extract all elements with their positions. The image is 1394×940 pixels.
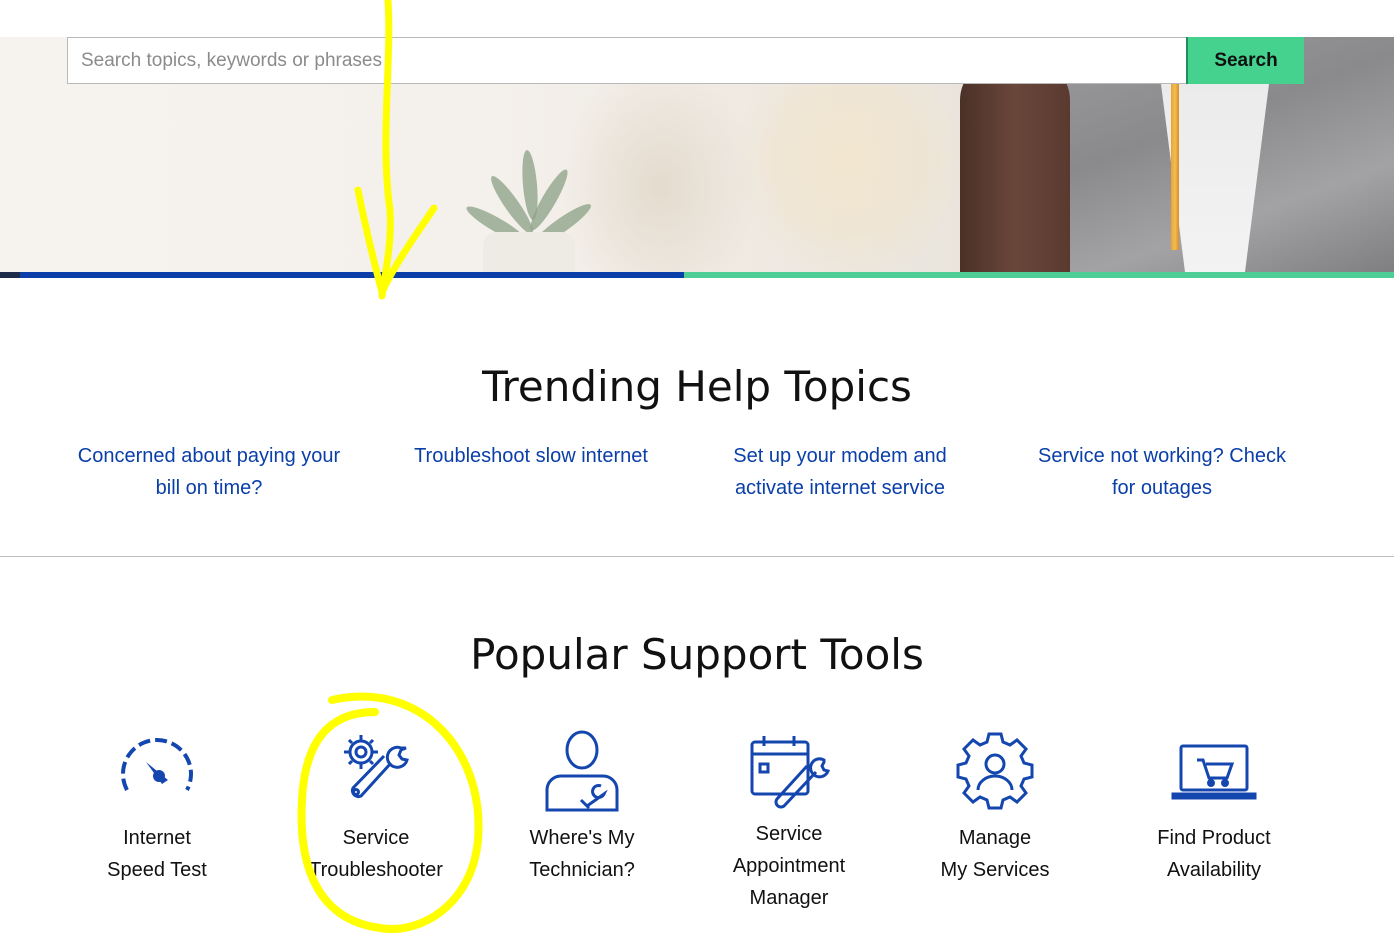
search-button[interactable]: Search: [1186, 37, 1304, 84]
tool-label-line: Service: [342, 827, 410, 849]
topic-link-outages[interactable]: Service not working? Check for outages: [1012, 440, 1312, 504]
topic-link-line: Troubleshoot slow internet: [414, 445, 648, 467]
tool-label-line: Technician?: [529, 859, 635, 881]
topic-link-modem-setup[interactable]: Set up your modem and activate internet …: [700, 440, 980, 504]
topic-link-slow-internet[interactable]: Troubleshoot slow internet: [391, 440, 671, 472]
pencil: [1171, 80, 1179, 250]
topic-link-line: Service not working? Check: [1038, 445, 1286, 467]
plant-pot: [483, 232, 575, 272]
section-divider: [0, 556, 1394, 557]
tool-wheres-my-technician[interactable]: Where's My Technician?: [492, 728, 672, 886]
hero-photo-blur: [560, 60, 760, 272]
tool-manage-my-services[interactable]: Manage My Services: [905, 728, 1085, 886]
speedometer-icon: [121, 738, 193, 791]
tool-label-line: Appointment: [732, 855, 846, 877]
technician-icon: [545, 730, 619, 812]
hero-stripe-green: [684, 272, 1394, 278]
user-gear-icon: [956, 732, 1034, 810]
tool-label-line: Where's My: [529, 827, 635, 849]
tool-service-troubleshooter[interactable]: Service Troubleshooter: [286, 728, 466, 886]
tool-label-line: Availability: [1166, 859, 1262, 881]
support-tools-title: Popular Support Tools: [470, 630, 924, 679]
hero-photo-window: [740, 85, 960, 272]
topic-link-line: for outages: [1111, 477, 1213, 499]
tool-label-line: Internet: [123, 827, 191, 849]
topic-link-line: Concerned about paying your: [77, 445, 341, 467]
hero-stripe: [0, 272, 20, 278]
tool-label-line: Speed Test: [107, 859, 207, 881]
topic-link-bill-payment[interactable]: Concerned about paying your bill on time…: [59, 440, 359, 504]
search-input[interactable]: [67, 37, 1186, 84]
topic-link-line: Set up your modem and: [733, 445, 947, 467]
trending-topics-title: Trending Help Topics: [482, 362, 912, 411]
tool-label-line: My Services: [940, 859, 1050, 881]
tool-label-line: Manager: [749, 887, 829, 909]
gear-wrench-icon: [344, 735, 409, 799]
hero-banner: Search: [0, 0, 1394, 278]
tool-find-product-availability[interactable]: Find Product Availability: [1124, 728, 1304, 886]
tool-internet-speed-test[interactable]: Internet Speed Test: [67, 728, 247, 886]
tool-label-line: Find Product: [1157, 827, 1271, 849]
tool-service-appointment-manager[interactable]: Service Appointment Manager: [699, 728, 879, 914]
hero-stripe-blue: [20, 272, 684, 278]
tool-label-line: Troubleshooter: [309, 859, 443, 881]
calendar-wrench-icon: [750, 736, 830, 809]
tool-label-line: Manage: [958, 827, 1032, 849]
topic-link-line: bill on time?: [155, 477, 263, 499]
tool-label-line: Service: [755, 823, 823, 845]
topic-link-line: activate internet service: [734, 477, 946, 499]
search-bar: Search: [67, 37, 1304, 84]
person-arm: [960, 60, 1070, 272]
laptop-cart-icon: [1171, 744, 1257, 800]
